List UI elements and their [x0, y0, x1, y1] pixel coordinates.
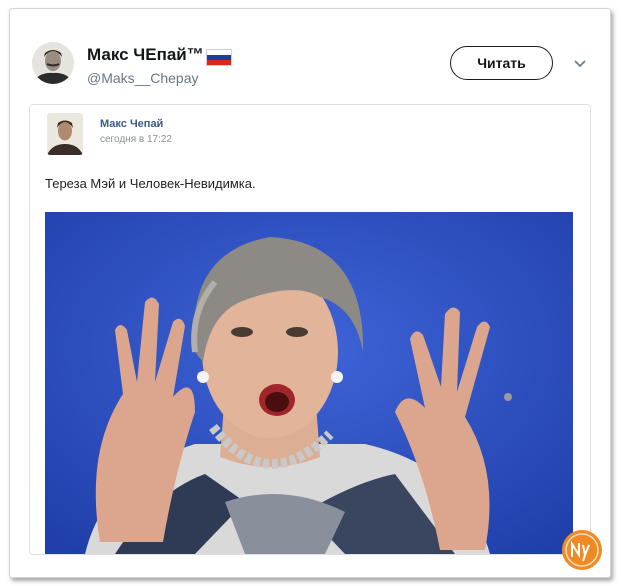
author-handle[interactable]: @Maks__Chepay [87, 70, 199, 86]
author-avatar[interactable] [32, 42, 74, 84]
watermark-logo [562, 530, 602, 570]
chevron-down-icon[interactable] [572, 55, 588, 71]
author-name[interactable]: Макс ЧЕпай™ [87, 45, 204, 65]
tweet-card: Макс ЧЕпай™ @Maks__Chepay Читать Макс Че… [9, 8, 611, 578]
quoted-timestamp[interactable]: сегодня в 17:22 [100, 134, 172, 145]
quoted-author-avatar[interactable] [47, 113, 83, 155]
russian-flag-icon [206, 49, 232, 66]
quoted-post-text: Тереза Мэй и Человек-Невидимка. [45, 176, 256, 191]
post-photo[interactable] [45, 212, 573, 554]
follow-button[interactable]: Читать [450, 46, 553, 80]
quoted-author-name[interactable]: Макс Чепай [100, 118, 163, 130]
quoted-post[interactable]: Макс Чепай сегодня в 17:22 Тереза Мэй и … [29, 104, 591, 555]
